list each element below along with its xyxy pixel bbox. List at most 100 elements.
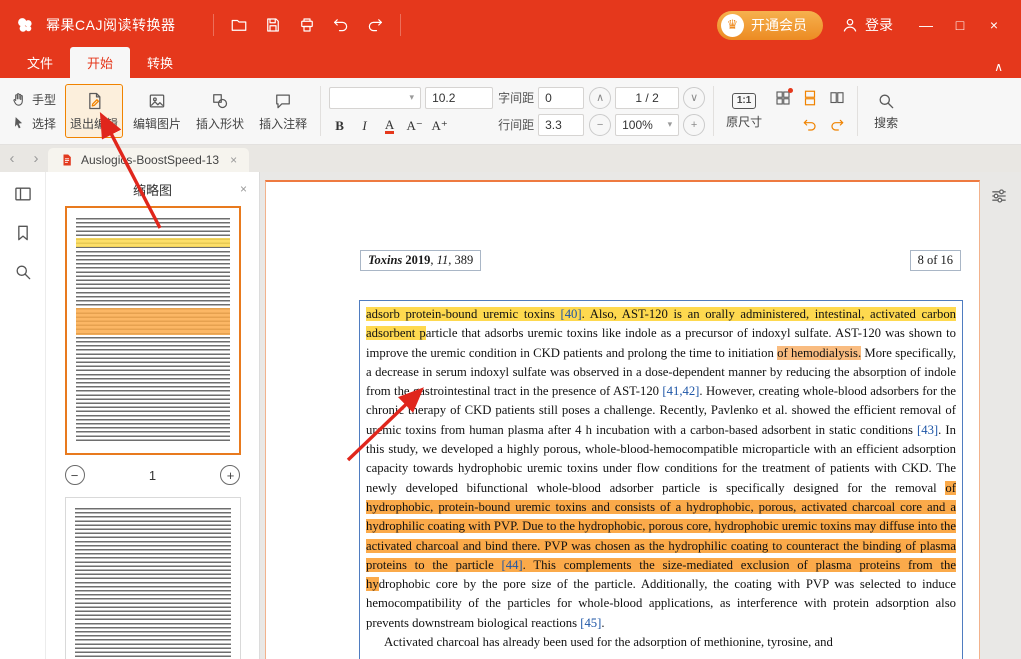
chevron-down-icon: ∨ [690, 91, 698, 104]
zoom-in-button[interactable]: + [683, 114, 705, 136]
cursor-icon [10, 115, 27, 132]
thumb-zoom-in-icon[interactable]: + [220, 465, 240, 485]
nav-back-icon[interactable]: ‹ [0, 145, 24, 172]
paragraph-1: adsorb protein-bound uremic toxins [40].… [366, 305, 956, 633]
page-number-box[interactable]: 8 of 16 [910, 250, 961, 271]
grid-view-icon[interactable] [774, 89, 792, 107]
app-window: 幂果CAJ阅读转换器 ♛ [0, 0, 1021, 659]
bookmark-panel-icon[interactable] [13, 223, 33, 243]
hand-tool-button[interactable]: 手型 [6, 90, 60, 109]
redo-edit-icon[interactable] [829, 117, 845, 133]
text-segment: 2019 [405, 253, 430, 267]
thumbnail-highlight-yellow [76, 238, 230, 247]
undo-edit-icon[interactable] [802, 117, 818, 133]
toolbar-divider [857, 86, 858, 136]
maximize-button[interactable]: □ [945, 11, 975, 39]
minus-icon: − [597, 119, 603, 131]
paragraph-2: Activated charcoal has already been used… [366, 633, 956, 652]
two-page-view-icon[interactable] [828, 89, 846, 107]
view-mode-group [771, 86, 849, 137]
insert-shape-button[interactable]: 插入形状 [191, 84, 249, 138]
page-zoom-group: ∧ ∨ − 100% ▾ + [589, 87, 705, 136]
zoom-level-select[interactable]: 100% ▾ [615, 114, 679, 136]
thumbnail-page-2[interactable] [65, 497, 241, 659]
line-spacing-input[interactable] [538, 114, 584, 136]
plus-icon: + [691, 119, 697, 131]
document-view-area: Toxins 2019, 11, 389 8 of 16 adsorb prot… [260, 172, 1021, 659]
bold-button[interactable]: B [329, 114, 350, 136]
close-button[interactable]: × [979, 11, 1009, 39]
text-segment: adsorb protein-bound uremic toxins [366, 307, 560, 321]
char-spacing-input[interactable] [538, 87, 584, 109]
one-to-one-icon: 1:1 [732, 93, 756, 109]
document-tab-title: Auslogics-BoostSpeed-13 [81, 153, 219, 167]
hand-tool-label: 手型 [32, 91, 56, 108]
login-button[interactable]: 登录 [841, 15, 893, 35]
exit-edit-button[interactable]: 退出编辑 [65, 84, 123, 138]
editable-text-block[interactable]: adsorb protein-bound uremic toxins [40].… [359, 300, 963, 659]
title-and-menu-bar: 幂果CAJ阅读转换器 ♛ [0, 0, 1021, 78]
citation: [45] [580, 616, 601, 630]
window-controls: — □ × [911, 11, 1009, 39]
save-icon[interactable] [264, 16, 282, 34]
redo-icon[interactable] [366, 16, 384, 34]
document-page[interactable]: Toxins 2019, 11, 389 8 of 16 adsorb prot… [265, 180, 980, 659]
select-tool-label: 选择 [32, 115, 56, 132]
vip-upgrade-button[interactable]: ♛ 开通会员 [717, 11, 823, 40]
continuous-page-view-icon[interactable] [801, 89, 819, 107]
font-size-input[interactable] [425, 87, 493, 109]
citation: [40] [560, 307, 581, 321]
chevron-down-icon: ▾ [668, 119, 673, 130]
menu-tab-home[interactable]: 开始 [70, 47, 130, 78]
increase-font-button[interactable]: A⁺ [429, 114, 450, 136]
zoom-out-button[interactable]: − [589, 114, 611, 136]
minimize-button[interactable]: — [911, 11, 941, 39]
select-tool-button[interactable]: 选择 [6, 114, 60, 133]
tab-close-icon[interactable]: × [230, 153, 237, 167]
original-size-button[interactable]: 1:1 原尺寸 [722, 93, 766, 130]
thumbnail-panel: 缩略图 × − 1 + [46, 172, 260, 659]
comment-icon [273, 91, 293, 111]
document-file-icon [60, 153, 74, 167]
search-panel-icon[interactable] [13, 262, 33, 282]
next-page-button[interactable]: ∨ [683, 87, 705, 109]
italic-button[interactable]: I [354, 114, 375, 136]
titlebar: 幂果CAJ阅读转换器 ♛ [0, 0, 1021, 50]
print-icon[interactable] [298, 16, 316, 34]
thumbnail-page-1[interactable] [65, 206, 241, 455]
view-settings-icon[interactable] [989, 186, 1009, 206]
document-tab[interactable]: Auslogics-BoostSpeed-13 × [48, 148, 249, 172]
undo-icon[interactable] [332, 16, 350, 34]
thumbnail-list: − 1 + [46, 206, 259, 659]
thumbnail-pagination: − 1 + [65, 465, 241, 485]
zoom-level-value: 100% [622, 118, 653, 132]
menu-tab-file[interactable]: 文件 [10, 47, 70, 78]
insert-note-button[interactable]: 插入注释 [254, 84, 312, 138]
page-number-input[interactable] [615, 87, 679, 109]
ribbon-toolbar: 手型 选择 退出编辑 编辑图片 插入形状 插入注释 [0, 78, 1021, 145]
thumbnail-text-preview [75, 508, 231, 659]
edit-image-button[interactable]: 编辑图片 [128, 84, 186, 138]
spacing-group: 字间距 行间距 [498, 87, 584, 136]
panel-close-icon[interactable]: × [240, 182, 247, 196]
prev-page-button[interactable]: ∧ [589, 87, 611, 109]
citation: [43] [917, 423, 938, 437]
page-header-row: Toxins 2019, 11, 389 8 of 16 [360, 250, 961, 271]
font-color-button[interactable]: A [379, 114, 400, 136]
nav-forward-icon[interactable]: › [24, 145, 48, 172]
font-family-select[interactable]: ▾ [329, 87, 421, 109]
text-segment: Toxins [368, 253, 405, 267]
thumb-zoom-out-icon[interactable]: − [65, 465, 85, 485]
user-icon [841, 16, 859, 34]
thumbnail-page-number: 1 [149, 468, 156, 483]
ribbon-collapse-icon[interactable]: ∧ [986, 56, 1011, 78]
thumbnail-panel-title: 缩略图 [133, 180, 172, 199]
journal-header-box[interactable]: Toxins 2019, 11, 389 [360, 250, 481, 271]
decrease-font-button[interactable]: A⁻ [404, 114, 425, 136]
titlebar-quick-actions [213, 14, 401, 36]
thumbnail-panel-icon[interactable] [13, 184, 33, 204]
search-label: 搜索 [874, 114, 898, 131]
search-button[interactable]: 搜索 [866, 91, 906, 131]
menu-tab-convert[interactable]: 转换 [130, 47, 190, 78]
open-folder-icon[interactable] [230, 16, 248, 34]
